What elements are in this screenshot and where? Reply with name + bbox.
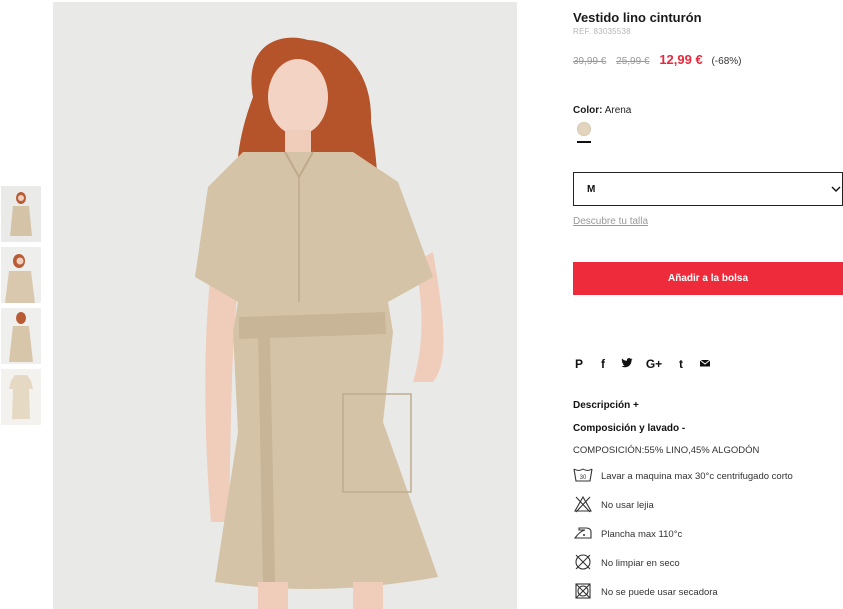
size-value: M [587,184,596,195]
description-toggle[interactable]: Descripción + [573,400,639,411]
thumbnail-front[interactable] [1,186,41,242]
add-to-bag-button[interactable]: Añadir a la bolsa [573,262,843,295]
care-item: No limpiar en seco [573,550,843,579]
thumbnail-list [1,186,42,430]
no-dry-clean-icon [575,554,591,570]
twitter-icon[interactable] [621,357,633,371]
main-product-image [53,2,517,609]
color-swatch-arena[interactable] [577,122,591,136]
thumbnail-flat[interactable] [1,369,41,425]
discount-badge: (-68%) [711,56,742,67]
price-original: 39,99 € [573,56,607,67]
no-bleach-icon [574,495,592,513]
facebook-icon[interactable]: f [597,357,609,371]
care-list: 30 Lavar a maquina max 30°c centrifugado… [573,463,843,608]
wash-30-icon: 30 [573,468,593,482]
care-text-tumble: No se puede usar secadora [601,587,718,598]
no-tumble-dry-icon [575,583,591,599]
product-ref: REF. 83035538 [573,27,631,36]
size-select[interactable]: M [573,172,843,206]
product-title: Vestido lino cinturón [573,10,702,25]
composition-toggle[interactable]: Composición y lavado - [573,423,685,434]
composition-text: COMPOSICIÓN:55% LINO,45% ALGODÓN [573,445,760,456]
care-text-bleach: No usar lejia [601,500,654,511]
google-plus-icon[interactable]: G+ [645,357,663,371]
wash-temp-badge: 30 [580,475,587,481]
price-row: 39,99 € 25,99 € 12,99 € (-68%) [573,52,741,67]
price-previous: 25,99 € [616,56,650,67]
care-item: 30 Lavar a maquina max 30°c centrifugado… [573,463,843,492]
pinterest-icon[interactable]: P [573,357,585,371]
thumbnail-back[interactable] [1,308,41,364]
thumbnail-side[interactable] [1,247,41,303]
color-row: Color: Arena [573,105,631,116]
care-item: Plancha max 110°c [573,521,843,550]
color-value: Arena [604,105,632,116]
email-icon[interactable] [699,357,711,371]
share-icons: P f G+ t [573,357,711,371]
color-label: Color: [573,105,603,116]
care-item: No usar lejia [573,492,843,521]
tumblr-icon[interactable]: t [675,357,687,371]
price-current: 12,99 € [659,52,703,67]
care-text-iron: Plancha max 110°c [601,529,683,540]
iron-low-icon [573,527,592,539]
chevron-down-icon [831,186,841,192]
care-text-dryclean: No limpiar en seco [601,558,680,569]
swatch-selected-indicator [577,141,591,143]
care-text-wash: Lavar a maquina max 30°c centrifugado co… [601,471,793,482]
care-item: No se puede usar secadora [573,579,843,608]
size-guide-link[interactable]: Descubre tu talla [573,216,648,227]
